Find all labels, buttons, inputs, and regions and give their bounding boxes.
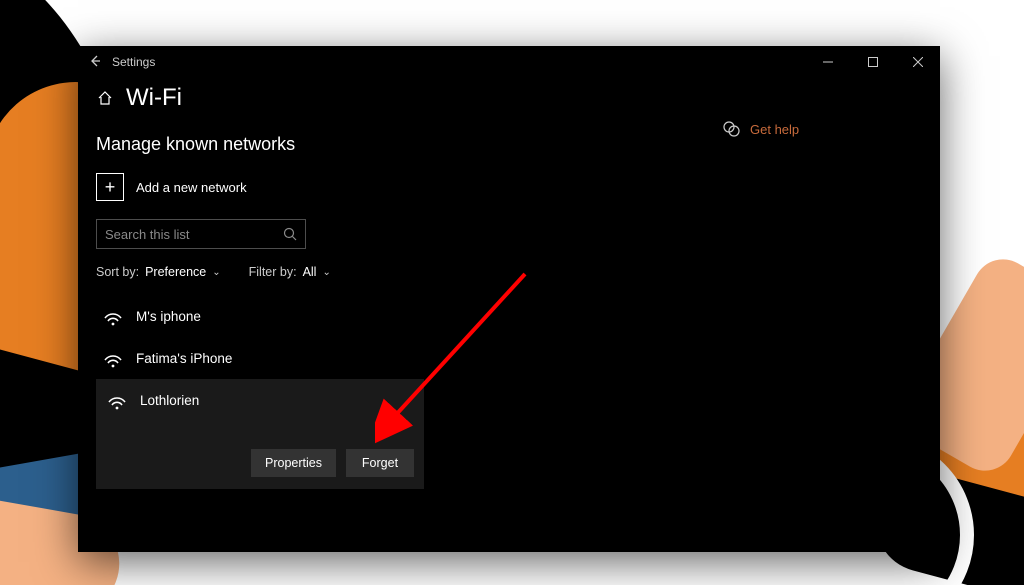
filter-value: All (303, 265, 317, 279)
section-heading: Manage known networks (96, 134, 656, 155)
settings-window: Settings Wi-Fi Manage known networks + A… (78, 46, 940, 552)
chevron-down-icon: ⌄ (322, 267, 330, 278)
add-network-button[interactable]: + Add a new network (96, 173, 656, 201)
get-help-label: Get help (750, 122, 799, 137)
minimize-button[interactable] (805, 46, 850, 78)
close-button[interactable] (895, 46, 940, 78)
properties-button[interactable]: Properties (251, 449, 336, 477)
help-icon (722, 120, 740, 138)
add-network-label: Add a new network (136, 180, 247, 195)
home-icon[interactable] (96, 89, 114, 107)
maximize-button[interactable] (850, 46, 895, 78)
forget-button[interactable]: Forget (346, 449, 414, 477)
filter-label: Filter by: (249, 265, 297, 279)
search-icon (283, 227, 297, 241)
network-item[interactable]: Fatima's iPhone (96, 337, 656, 379)
network-name: M's iphone (136, 309, 201, 324)
wifi-icon (102, 305, 124, 327)
sort-by-dropdown[interactable]: Sort by: Preference ⌄ (96, 265, 221, 279)
wifi-icon (106, 389, 128, 411)
window-title: Settings (112, 55, 155, 69)
network-item-selected[interactable]: Lothlorien Properties Forget (96, 379, 424, 489)
get-help-link[interactable]: Get help (722, 120, 922, 138)
minimize-icon (823, 57, 833, 67)
titlebar: Settings (78, 46, 940, 78)
search-input[interactable] (105, 227, 283, 242)
network-name: Fatima's iPhone (136, 351, 232, 366)
maximize-icon (868, 57, 878, 67)
filter-by-dropdown[interactable]: Filter by: All ⌄ (249, 265, 331, 279)
page-title: Wi-Fi (126, 84, 182, 112)
sort-value: Preference (145, 265, 206, 279)
network-item[interactable]: M's iphone (96, 295, 656, 337)
page-header: Wi-Fi (96, 84, 656, 112)
wifi-icon (102, 347, 124, 369)
search-input-container[interactable] (96, 219, 306, 249)
back-arrow-icon (88, 54, 102, 68)
network-list: M's iphone Fatima's iPhone Lothlorien (96, 295, 656, 489)
plus-icon: + (96, 173, 124, 201)
close-icon (913, 57, 923, 67)
back-button[interactable] (78, 54, 112, 71)
network-name: Lothlorien (140, 393, 199, 408)
sort-label: Sort by: (96, 265, 139, 279)
chevron-down-icon: ⌄ (212, 267, 220, 278)
